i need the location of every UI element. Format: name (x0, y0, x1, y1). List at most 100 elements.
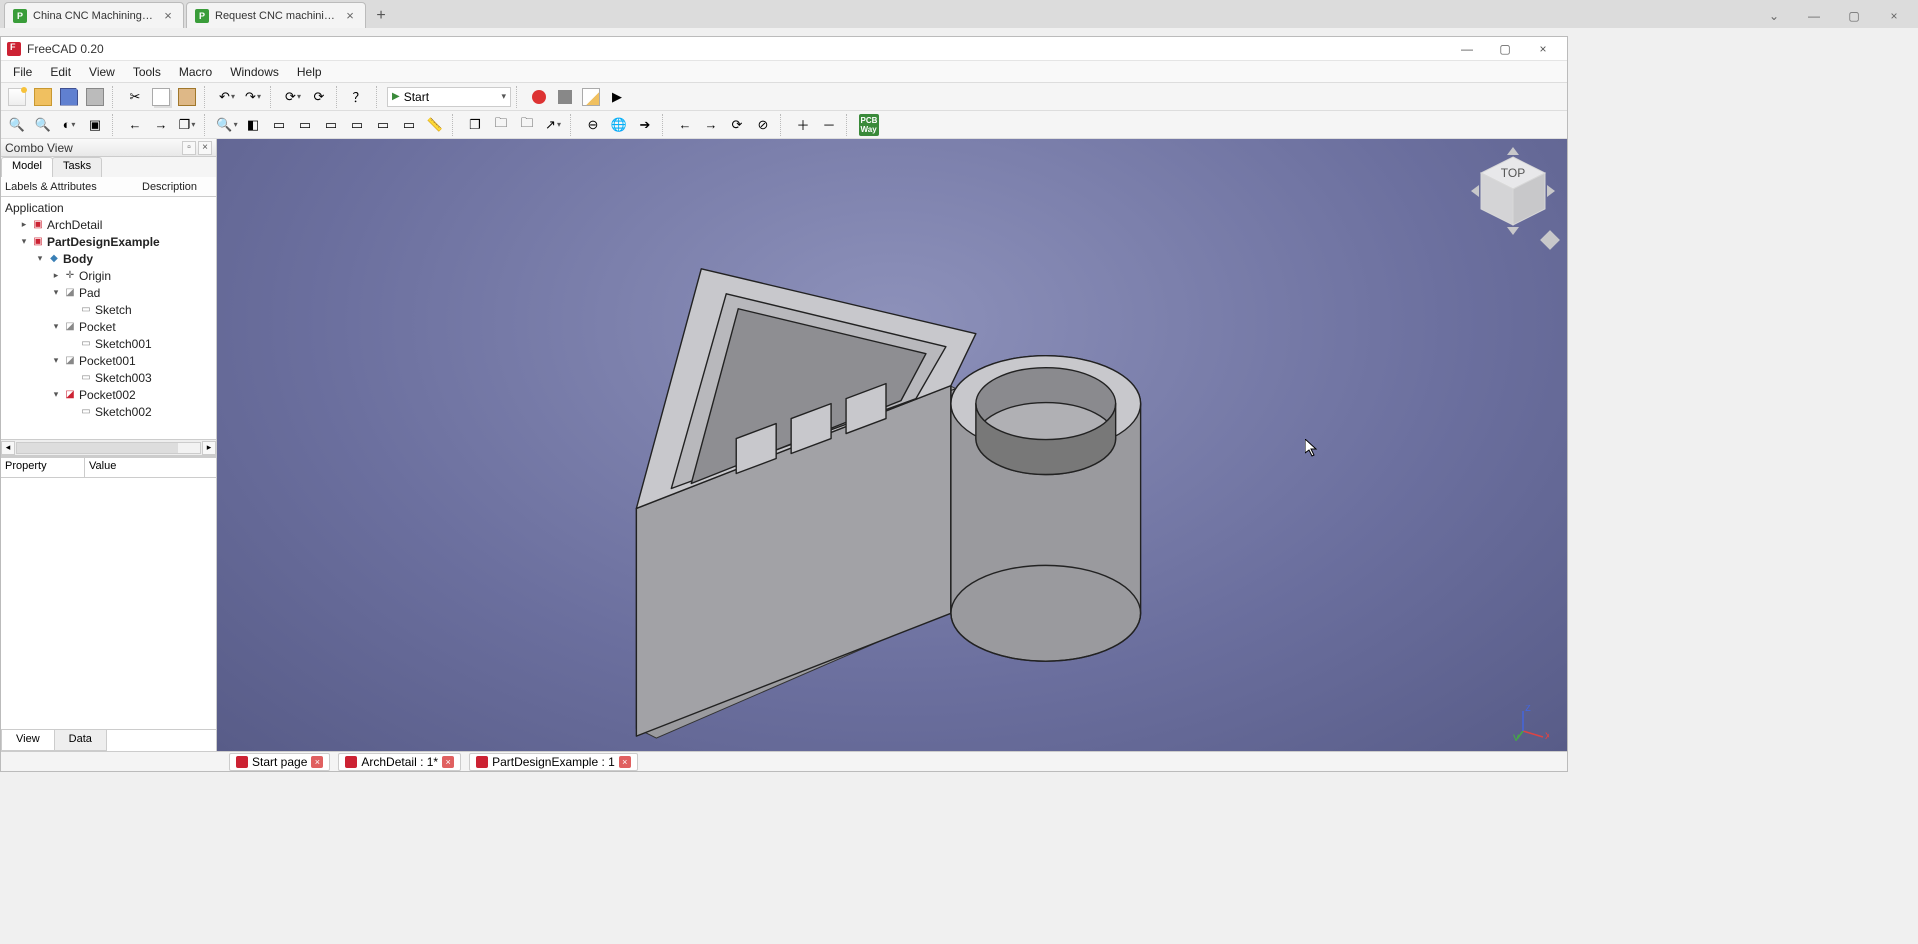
doc-tab-close[interactable]: × (619, 756, 631, 768)
tree-feature-Pad[interactable]: ▾ ◪ Pad (1, 284, 216, 301)
web-reload-button[interactable]: ⟳ (725, 113, 749, 137)
scroll-thumb[interactable] (17, 443, 178, 453)
stop-macro-button[interactable] (553, 85, 577, 109)
scroll-right-button[interactable]: ▸ (202, 441, 216, 455)
doc-tab-partdesign[interactable]: PartDesignExample : 1 × (469, 753, 638, 771)
web-prev-button[interactable]: ← (673, 113, 697, 137)
navcube-down-arrow[interactable] (1507, 227, 1519, 235)
property-tab-view[interactable]: View (1, 730, 55, 751)
tree-doc-PartDesignExample[interactable]: ▾ ▣ PartDesignExample (1, 233, 216, 250)
web-zoom-out-button[interactable]: － (817, 113, 841, 137)
tree-sketch-Sketch[interactable]: ▭ Sketch (1, 301, 216, 318)
tree-doc-ArchDetail[interactable]: ▸ ▣ ArchDetail (1, 216, 216, 233)
tree-feature-Pocket[interactable]: ▾ ◪ Pocket (1, 318, 216, 335)
front-button[interactable]: ▭ (267, 113, 291, 137)
draw-style-button[interactable]: ◐▾ (57, 113, 81, 137)
tree-sketch-Sketch002[interactable]: ▭ Sketch002 (1, 403, 216, 420)
menu-file[interactable]: File (5, 63, 40, 81)
edit-macro-button[interactable] (579, 85, 603, 109)
run-macro-button[interactable]: ▶ (605, 85, 629, 109)
bounding-box-button[interactable]: ▣ (83, 113, 107, 137)
expander-icon[interactable]: ▸ (19, 219, 29, 230)
scroll-left-button[interactable]: ◂ (1, 441, 15, 455)
expander-icon[interactable]: ▾ (19, 236, 29, 247)
web-stop-button[interactable]: ⊘ (751, 113, 775, 137)
bottom-button[interactable]: ▭ (371, 113, 395, 137)
nav-back-button[interactable]: ← (123, 113, 147, 137)
scroll-track[interactable] (16, 442, 201, 454)
expander-icon[interactable]: ▾ (51, 321, 61, 332)
tree-body[interactable]: ▾ ◆ Body (1, 250, 216, 267)
navcube-right-arrow[interactable] (1547, 185, 1555, 197)
doc-tab-archdetail[interactable]: ArchDetail : 1* × (338, 753, 461, 771)
whats-this-button[interactable]: ？ (347, 85, 371, 109)
tab-close-button[interactable]: × (161, 9, 175, 23)
record-macro-button[interactable] (527, 85, 551, 109)
tree-sketch-Sketch001[interactable]: ▭ Sketch001 (1, 335, 216, 352)
window-maximize-button[interactable]: ▢ (1487, 38, 1523, 60)
tree-feature-Pocket002[interactable]: ▾ ◪ Pocket002 (1, 386, 216, 403)
navcube-up-arrow[interactable] (1507, 147, 1519, 155)
chevron-down-icon[interactable]: ⌄ (1758, 4, 1790, 28)
web-home-button[interactable]: 🌐 (607, 113, 631, 137)
zoom-select-button[interactable]: 🔍▾ (215, 113, 239, 137)
right-button[interactable]: ▭ (319, 113, 343, 137)
copy-button[interactable] (149, 85, 173, 109)
combo-tab-tasks[interactable]: Tasks (52, 157, 102, 177)
property-body[interactable] (1, 478, 216, 729)
print-button[interactable] (83, 85, 107, 109)
freecad-titlebar[interactable]: FreeCAD 0.20 — ▢ × (1, 37, 1567, 61)
measure-button[interactable]: 📏 (423, 113, 447, 137)
group-button[interactable]: 🗀 (489, 113, 513, 137)
undo-button[interactable]: ↶▾ (215, 85, 239, 109)
menu-windows[interactable]: Windows (222, 63, 287, 81)
tree-scrollbar[interactable]: ◂ ▸ (1, 439, 216, 455)
tree-root[interactable]: Application (1, 199, 216, 216)
top-button[interactable]: ▭ (293, 113, 317, 137)
navcube-left-arrow[interactable] (1471, 185, 1479, 197)
menu-tools[interactable]: Tools (125, 63, 169, 81)
doc-tab-close[interactable]: × (311, 756, 323, 768)
link-nav-button[interactable]: ❐▾ (175, 113, 199, 137)
pcb-button[interactable]: PCBWay (857, 113, 881, 137)
3d-viewport[interactable]: TOP x y z (217, 139, 1567, 751)
tree-feature-Origin[interactable]: ▸ ✛ Origin (1, 267, 216, 284)
web-zoom-in-button[interactable]: ＋ (791, 113, 815, 137)
menu-edit[interactable]: Edit (42, 63, 79, 81)
part-link-button[interactable]: ❐ (463, 113, 487, 137)
tab-close-button[interactable]: × (343, 9, 357, 23)
menu-macro[interactable]: Macro (171, 63, 220, 81)
left-button[interactable]: ▭ (397, 113, 421, 137)
web-back-button[interactable]: ⊖ (581, 113, 605, 137)
expander-icon[interactable]: ▾ (51, 389, 61, 400)
property-tab-data[interactable]: Data (54, 730, 107, 751)
model-tree[interactable]: Application ▸ ▣ ArchDetail ▾ ▣ PartDesig… (1, 197, 216, 439)
refresh-dep-button[interactable]: ⟳▾ (281, 85, 305, 109)
web-next-button[interactable]: → (699, 113, 723, 137)
menu-help[interactable]: Help (289, 63, 330, 81)
recompute-button[interactable]: ⟳ (307, 85, 331, 109)
window-minimize-button[interactable]: — (1798, 4, 1830, 28)
new-file-button[interactable] (5, 85, 29, 109)
cut-button[interactable]: ✂ (123, 85, 147, 109)
browser-tab-0[interactable]: P China CNC Machining Prototy × (4, 2, 184, 28)
redo-button[interactable]: ↷▾ (241, 85, 265, 109)
doc-tab-start[interactable]: Start page × (229, 753, 330, 771)
navcube-mini-icon[interactable] (1540, 230, 1560, 250)
nav-fwd-button[interactable]: → (149, 113, 173, 137)
window-maximize-button[interactable]: ▢ (1838, 4, 1870, 28)
expander-icon[interactable]: ▾ (51, 287, 61, 298)
link-group-button[interactable]: 🗀 (515, 113, 539, 137)
save-file-button[interactable] (57, 85, 81, 109)
tree-feature-Pocket001[interactable]: ▾ ◪ Pocket001 (1, 352, 216, 369)
web-go-button[interactable]: ➔ (633, 113, 657, 137)
fit-selection-button[interactable]: 🔍 (31, 113, 55, 137)
isometric-button[interactable]: ◧ (241, 113, 265, 137)
combo-view-header[interactable]: Combo View ▫ × (1, 139, 216, 157)
open-file-button[interactable] (31, 85, 55, 109)
menu-view[interactable]: View (81, 63, 123, 81)
window-minimize-button[interactable]: — (1449, 38, 1485, 60)
link-actions-button[interactable]: ↗▾ (541, 113, 565, 137)
fit-all-button[interactable]: 🔍 (5, 113, 29, 137)
paste-button[interactable] (175, 85, 199, 109)
